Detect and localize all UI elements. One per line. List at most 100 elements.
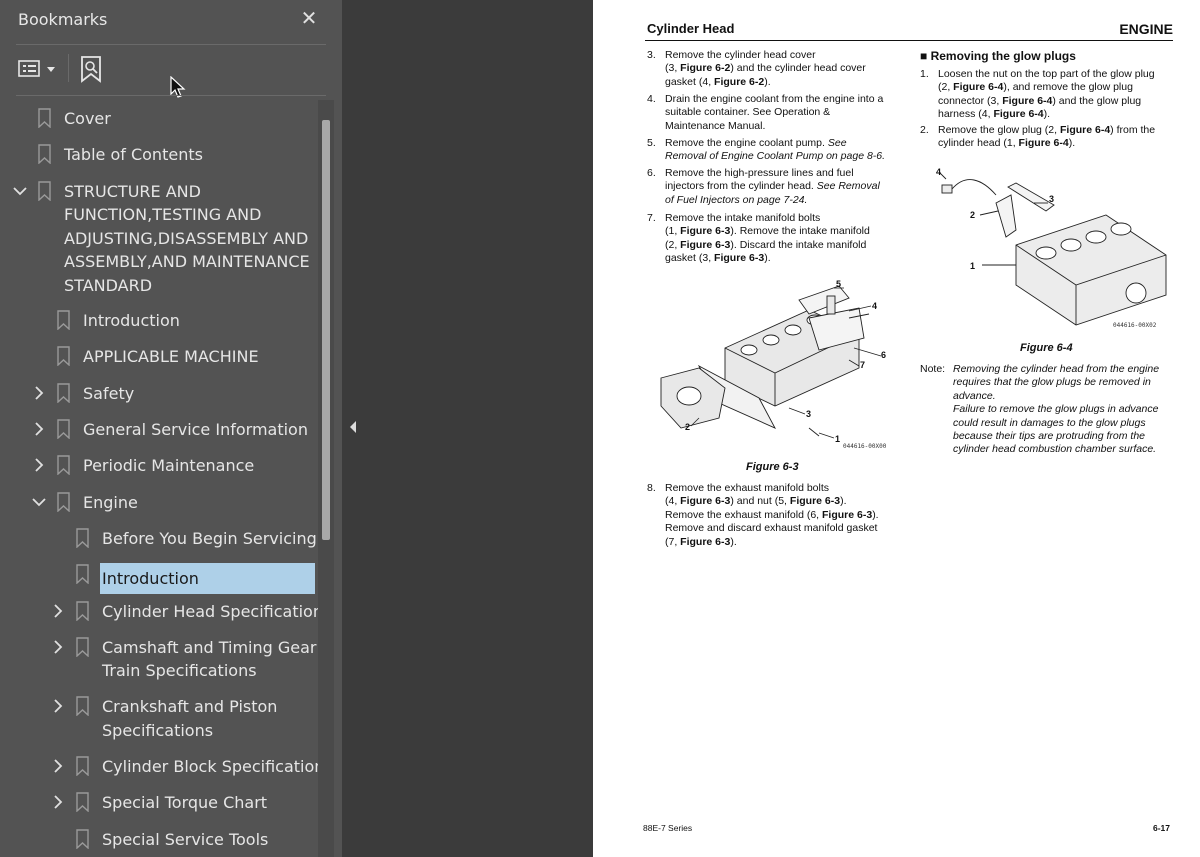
chevron-right-icon[interactable] xyxy=(50,758,66,774)
bookmark-label: Introduction xyxy=(83,311,180,331)
step-text: Remove the cylinder head cover (3, Figure… xyxy=(665,49,866,88)
bookmark-item[interactable]: Cylinder Block Specifications xyxy=(0,756,318,779)
callout-4: 4 xyxy=(872,301,877,311)
bookmark-label: Engine xyxy=(83,492,138,512)
figure-6-4-illustration: 4 3 2 1 xyxy=(936,167,1167,326)
bookmark-icon xyxy=(76,637,89,657)
bookmark-item[interactable]: Camshaft and Timing Gear Train Specificat… xyxy=(0,637,318,684)
step-text: Remove the exhaust manifold bolts (4, Fig… xyxy=(665,482,879,548)
panel-collapse-splitter[interactable] xyxy=(342,0,364,857)
callout-5: 5 xyxy=(836,279,841,289)
bookmark-label: Safety xyxy=(83,383,135,403)
collapse-left-icon xyxy=(350,421,356,433)
callout-7: 7 xyxy=(860,360,865,370)
bookmark-item[interactable]: Cover xyxy=(0,108,318,131)
chevron-right-icon[interactable] xyxy=(50,639,66,655)
bookmark-label: APPLICABLE MACHINE xyxy=(83,347,259,367)
step-number: 4. xyxy=(647,93,656,105)
page-header-chapter: ENGINE xyxy=(1119,21,1173,37)
callout-1: 1 xyxy=(835,434,840,444)
bookmark-item[interactable]: Before You Begin Servicing xyxy=(0,528,318,551)
scrollbar-thumb[interactable] xyxy=(322,120,330,540)
figure-6-3-code: 044616-00X00 xyxy=(843,443,887,450)
bookmark-label: Introduction xyxy=(100,563,315,595)
bookmark-item[interactable]: Safety xyxy=(0,382,318,406)
header-rule xyxy=(645,40,1173,41)
chevron-right-icon[interactable] xyxy=(31,385,47,401)
bookmark-icon xyxy=(57,382,70,403)
chevron-right-icon[interactable] xyxy=(50,794,66,810)
bookmark-label: Table of Contents xyxy=(64,145,203,165)
bookmark-options-button[interactable] xyxy=(18,58,60,80)
callout-2: 2 xyxy=(685,422,690,432)
bookmark-icon xyxy=(76,528,89,548)
note-text: Removing the cylinder head from the engi… xyxy=(953,363,1160,456)
note-label: Note: xyxy=(920,363,946,375)
bookmark-item[interactable]: Introduction xyxy=(0,310,318,333)
bookmark-icon xyxy=(57,491,70,512)
step-text: Loosen the nut on the top part of the gl… xyxy=(938,68,1155,121)
figure-6-3-caption: Figure 6-3 xyxy=(746,461,799,473)
figure-6-4-caption: Figure 6-4 xyxy=(1020,342,1073,354)
footer-series: 88E-7 Series xyxy=(643,823,693,833)
callout-3: 3 xyxy=(806,409,811,419)
bookmark-item[interactable]: Table of Contents xyxy=(0,144,318,167)
bookmark-item[interactable]: STRUCTURE AND FUNCTION,TESTING AND ADJUSTI… xyxy=(0,180,318,298)
bookmark-label: Special Service Tools xyxy=(102,829,269,849)
bookmark-icon xyxy=(38,144,51,165)
bookmark-label: Cylinder Head Specifications xyxy=(102,601,318,621)
bookmark-item[interactable]: General Service Information xyxy=(0,419,318,442)
step-number: 6. xyxy=(647,167,656,179)
bookmark-label: General Service Information xyxy=(83,420,308,439)
bookmark-item[interactable]: Periodic Maintenance xyxy=(0,455,318,478)
divider xyxy=(16,95,326,96)
callout-6: 6 xyxy=(881,350,886,360)
bookmark-item[interactable]: Engine xyxy=(0,491,318,515)
bookmark-icon xyxy=(76,564,89,585)
step-number: 3. xyxy=(647,49,656,61)
callout-3: 3 xyxy=(1049,194,1054,204)
bookmark-icon xyxy=(76,756,89,776)
bookmark-icon xyxy=(76,828,89,849)
step-text: Remove the engine coolant pump. See Remov… xyxy=(665,137,886,163)
callout-1: 1 xyxy=(970,261,975,271)
step-number: 2. xyxy=(920,124,929,136)
bookmark-item[interactable]: Cylinder Head Specifications xyxy=(0,600,318,624)
bookmark-add-icon xyxy=(81,56,101,83)
divider xyxy=(16,44,326,45)
close-panel-button[interactable]: ✕ xyxy=(298,7,320,29)
chevron-right-icon[interactable] xyxy=(50,698,66,714)
section-heading: ■ Removing the glow plugs xyxy=(920,49,1076,63)
bookmark-label: Crankshaft and Piston Specifications xyxy=(102,697,278,740)
chevron-right-icon[interactable] xyxy=(50,603,66,619)
mouse-cursor-icon xyxy=(170,75,186,100)
bookmark-label: Camshaft and Timing Gear Train Specificat… xyxy=(102,637,317,681)
chevron-right-icon[interactable] xyxy=(31,421,47,437)
chevron-down-icon[interactable] xyxy=(12,183,28,199)
step-text: Remove the high-pressure lines and fuel i… xyxy=(665,167,880,206)
bookmark-item[interactable]: APPLICABLE MACHINE xyxy=(0,346,318,369)
callout-4: 4 xyxy=(936,167,941,177)
bookmark-item[interactable]: Special Torque Chart xyxy=(0,792,318,815)
bookmark-icon xyxy=(76,696,89,717)
step-number: 7. xyxy=(647,212,656,224)
toolbar-separator xyxy=(68,54,69,82)
bookmark-icon xyxy=(38,180,51,201)
bookmark-label: Special Torque Chart xyxy=(102,793,268,813)
page-header-section: Cylinder Head xyxy=(647,21,735,36)
bookmark-label: Cover xyxy=(64,109,111,128)
bookmark-item[interactable]: Special Service Tools xyxy=(0,828,318,852)
bookmark-icon xyxy=(76,792,89,813)
panel-title: Bookmarks xyxy=(18,10,108,29)
chevron-right-icon[interactable] xyxy=(31,457,47,473)
step-number: 8. xyxy=(647,482,656,494)
bookmark-item[interactable]: Crankshaft and Piston Specifications xyxy=(0,696,318,743)
chevron-down-icon[interactable] xyxy=(31,494,47,510)
new-bookmark-button[interactable] xyxy=(80,55,104,83)
figure-6-3-illustration: 5 4 6 7 3 2 1 xyxy=(660,279,886,444)
step-text: Drain the engine coolant from the engine… xyxy=(665,93,884,132)
bookmark-icon xyxy=(57,310,70,331)
bookmarks-panel: Bookmarks ✕ Cover Table of Contents STRUCT… xyxy=(0,0,342,857)
bookmark-label: Cylinder Block Specifications xyxy=(102,757,318,776)
bookmark-item[interactable]: Introduction xyxy=(0,563,318,595)
